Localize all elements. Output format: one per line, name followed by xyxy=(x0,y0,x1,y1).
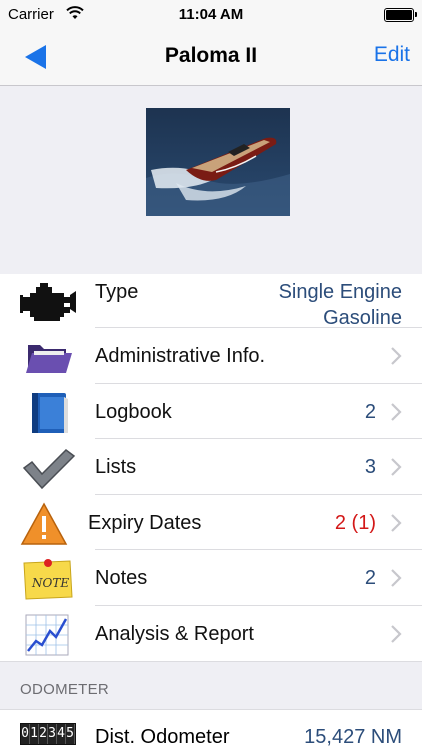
row-value: 2 (1) xyxy=(334,511,376,534)
odometer-digit: 4 xyxy=(57,724,66,744)
row-label: Notes xyxy=(95,567,148,589)
row-label: Expiry Dates xyxy=(88,511,202,534)
row-analysis-report[interactable]: Analysis & Report xyxy=(0,605,422,662)
edit-button[interactable]: Edit xyxy=(374,43,410,67)
odometer-digit: 3 xyxy=(48,724,57,744)
status-bar: Carrier 11:04 AM xyxy=(0,0,422,30)
odometer-counter-icon: 012345 xyxy=(20,723,76,745)
clock: 11:04 AM xyxy=(178,6,244,23)
chevron-right-icon xyxy=(391,347,402,365)
chevron-right-icon xyxy=(391,569,402,587)
odometer-row[interactable]: 012345 Dist. Odometer 15,427 NM xyxy=(0,709,422,750)
type-value-line1: Single Engine xyxy=(278,281,402,303)
page-title: Paloma II xyxy=(164,44,258,67)
row-value: 3 xyxy=(364,456,376,478)
type-row[interactable]: Type Single Engine Gasoline xyxy=(0,274,422,331)
engine-icon xyxy=(20,281,76,325)
row-label: Administrative Info. xyxy=(95,345,266,367)
odometer-section-header: ODOMETER xyxy=(0,661,422,709)
svg-text:NOTE: NOTE xyxy=(31,576,69,590)
boat-photo[interactable] xyxy=(146,108,290,216)
odometer-value: 15,427 NM xyxy=(304,726,402,748)
row-label: Lists xyxy=(95,456,137,478)
odometer-label: Dist. Odometer xyxy=(95,726,230,748)
chart-icon xyxy=(20,613,76,657)
warning-icon xyxy=(20,501,76,546)
row-value: 2 xyxy=(364,400,376,423)
odometer-digit: 1 xyxy=(30,724,39,744)
checkmark-icon xyxy=(20,446,76,490)
section-title: ODOMETER xyxy=(20,681,110,698)
row-administrative-info[interactable]: Administrative Info. xyxy=(0,328,422,384)
boat-header xyxy=(0,86,422,274)
type-label: Type xyxy=(95,281,139,303)
row-label: Analysis & Report xyxy=(95,622,254,645)
row-notes[interactable]: NOTE Notes 2 xyxy=(0,550,422,606)
odometer-digit: 0 xyxy=(21,724,30,744)
chevron-right-icon xyxy=(391,624,402,643)
row-label: Logbook xyxy=(95,400,172,423)
battery-icon xyxy=(384,8,417,22)
navigation-bar: Paloma II Edit xyxy=(0,30,422,86)
note-icon: NOTE xyxy=(20,557,76,601)
boat-detail-list: Type Single Engine Gasoline Administrati… xyxy=(0,274,422,661)
chevron-right-icon xyxy=(391,402,402,421)
type-value: Single Engine Gasoline xyxy=(279,279,402,331)
odometer-digit: 2 xyxy=(39,724,48,744)
row-value: 2 xyxy=(364,567,376,589)
folder-icon xyxy=(20,335,76,379)
row-expiry-dates[interactable]: Expiry Dates 2 (1) xyxy=(0,494,422,550)
chevron-right-icon xyxy=(391,513,402,532)
logbook-icon xyxy=(20,391,76,435)
odometer-digit: 5 xyxy=(66,724,75,744)
chevron-right-icon xyxy=(391,458,402,476)
row-logbook[interactable]: Logbook 2 xyxy=(0,383,422,439)
row-lists[interactable]: Lists 3 xyxy=(0,439,422,495)
